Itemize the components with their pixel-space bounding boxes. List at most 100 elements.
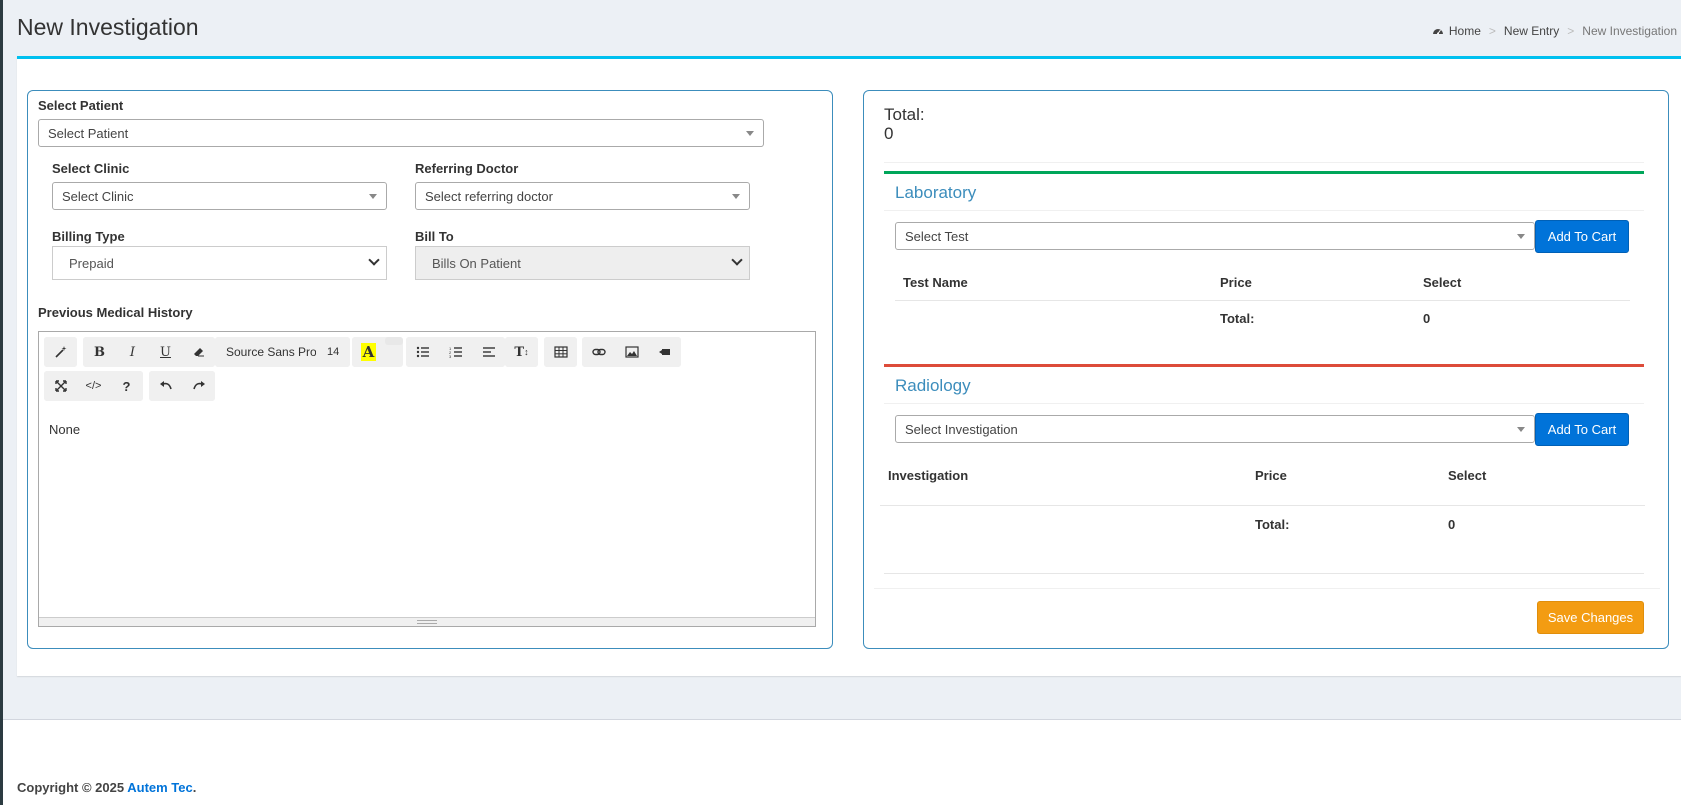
patient-select[interactable]: Select Patient bbox=[38, 119, 764, 147]
chevron-down-icon bbox=[746, 131, 754, 136]
medical-history-label: Previous Medical History bbox=[38, 305, 193, 320]
table-divider bbox=[895, 300, 1630, 301]
bold-icon[interactable]: B bbox=[83, 337, 116, 367]
font-size-dropdown[interactable]: 14 bbox=[316, 337, 351, 367]
clinic-select-text: Select Clinic bbox=[62, 189, 134, 204]
divider bbox=[884, 210, 1644, 211]
text-height-icon[interactable]: T ↕ bbox=[505, 337, 538, 367]
video-icon[interactable] bbox=[648, 337, 681, 367]
cart-total: Total: 0 bbox=[884, 105, 925, 143]
rad-total-label: Total: bbox=[1255, 517, 1290, 532]
breadcrumb-current: New Investigation bbox=[1582, 24, 1677, 38]
breadcrumb: Home > New Entry > New Investigation bbox=[1432, 24, 1677, 38]
lab-total-label: Total: bbox=[1220, 311, 1255, 326]
paragraph-group: 123 bbox=[406, 337, 505, 367]
unordered-list-icon[interactable] bbox=[406, 337, 439, 367]
chevron-down-icon bbox=[1517, 234, 1525, 239]
fullscreen-icon[interactable] bbox=[44, 371, 77, 401]
font-style-group: B I U bbox=[83, 337, 215, 367]
copyright-suffix: . bbox=[192, 780, 197, 795]
page-title: New Investigation bbox=[17, 14, 199, 40]
page-footer: Copyright © 2025 Autem Tec. bbox=[3, 719, 1681, 805]
align-left-icon[interactable] bbox=[472, 337, 505, 367]
image-icon[interactable] bbox=[615, 337, 648, 367]
svg-text:3: 3 bbox=[449, 354, 452, 359]
company-link[interactable]: Autem Tec bbox=[127, 780, 193, 795]
breadcrumb-separator: > bbox=[1488, 24, 1496, 38]
radiology-title: Radiology bbox=[895, 376, 971, 395]
laboratory-title: Laboratory bbox=[895, 183, 977, 202]
laboratory-accent-bar bbox=[884, 171, 1644, 174]
investigation-select-text: Select Investigation bbox=[905, 422, 1018, 437]
eraser-icon[interactable] bbox=[182, 337, 215, 367]
help-icon[interactable]: ? bbox=[110, 371, 143, 401]
font-name-group: Source Sans Pro bbox=[215, 337, 328, 367]
test-select-text: Select Test bbox=[905, 229, 969, 244]
breadcrumb-separator: > bbox=[1567, 24, 1575, 38]
patient-form-panel: Select Patient Select Patient Select Cli… bbox=[27, 90, 833, 649]
highlight-color-icon[interactable]: A bbox=[352, 337, 385, 367]
patient-select-text: Select Patient bbox=[48, 126, 129, 141]
bill-to-value: Bills On Patient bbox=[432, 256, 521, 271]
link-icon[interactable] bbox=[582, 337, 615, 367]
billing-type-label: Billing Type bbox=[52, 229, 125, 244]
history-group bbox=[149, 371, 215, 401]
chevron-down-icon bbox=[369, 194, 377, 199]
footer-divider bbox=[874, 588, 1660, 589]
clinic-select[interactable]: Select Clinic bbox=[52, 182, 387, 210]
font-name-dropdown[interactable]: Source Sans Pro bbox=[215, 337, 328, 367]
test-select[interactable]: Select Test bbox=[895, 222, 1535, 250]
cart-panel: Total: 0 Laboratory Select Test Add To C… bbox=[863, 90, 1669, 649]
divider bbox=[884, 162, 1644, 163]
table-icon[interactable] bbox=[544, 337, 577, 367]
lab-col-select: Select bbox=[1423, 275, 1462, 290]
divider bbox=[884, 573, 1644, 574]
billing-type-select[interactable]: Prepaid bbox=[52, 246, 387, 280]
lab-col-test-name: Test Name bbox=[903, 275, 968, 290]
chevron-down-icon bbox=[731, 254, 743, 266]
investigation-select[interactable]: Select Investigation bbox=[895, 415, 1535, 443]
ordered-list-icon[interactable]: 123 bbox=[439, 337, 472, 367]
chevron-down-icon bbox=[1517, 427, 1525, 432]
redo-icon[interactable] bbox=[182, 371, 215, 401]
chevron-down-icon bbox=[732, 194, 740, 199]
table-group bbox=[544, 337, 577, 367]
bill-to-select[interactable]: Bills On Patient bbox=[415, 246, 750, 280]
save-changes-button[interactable]: Save Changes bbox=[1537, 601, 1644, 634]
clinic-label: Select Clinic bbox=[52, 161, 130, 176]
lab-add-to-cart-button[interactable]: Add To Cart bbox=[1535, 220, 1629, 253]
underline-icon[interactable]: U bbox=[149, 337, 182, 367]
height-group: T ↕ bbox=[505, 337, 538, 367]
font-size-group: 14 bbox=[316, 337, 351, 367]
radiology-add-to-cart-button[interactable]: Add To Cart bbox=[1535, 413, 1629, 446]
color-group: A bbox=[352, 337, 403, 367]
breadcrumb-new-entry[interactable]: New Entry bbox=[1504, 24, 1559, 38]
undo-icon[interactable] bbox=[149, 371, 182, 401]
patient-label: Select Patient bbox=[38, 98, 124, 113]
dashboard-icon bbox=[1432, 29, 1443, 35]
rad-col-price: Price bbox=[1255, 468, 1287, 483]
billing-type-value: Prepaid bbox=[69, 256, 114, 271]
medical-history-editor[interactable]: B I U Source Sans Pro 14 A 1 2 3 T ↕ </>… bbox=[38, 331, 816, 627]
cart-total-label: Total: bbox=[884, 105, 925, 124]
code-view-icon[interactable]: </> bbox=[77, 371, 110, 401]
breadcrumb-home[interactable]: Home bbox=[1449, 24, 1481, 38]
insert-group bbox=[582, 337, 681, 367]
divider bbox=[884, 403, 1644, 404]
radiology-accent-bar bbox=[884, 364, 1644, 367]
color-dropdown-toggle[interactable] bbox=[385, 337, 403, 345]
rad-total-value: 0 bbox=[1448, 517, 1456, 532]
table-divider bbox=[880, 505, 1645, 506]
bill-to-label: Bill To bbox=[415, 229, 454, 244]
editor-resize-handle[interactable] bbox=[39, 617, 815, 626]
editor-content[interactable]: None bbox=[49, 422, 80, 437]
doctor-select-text: Select referring doctor bbox=[425, 189, 553, 204]
main-box: Select Patient Select Patient Select Cli… bbox=[17, 56, 1681, 676]
grip-icon bbox=[417, 620, 437, 624]
rad-col-investigation: Investigation bbox=[888, 468, 969, 483]
doctor-label: Referring Doctor bbox=[415, 161, 519, 176]
magic-wand-icon[interactable] bbox=[44, 337, 77, 367]
rad-col-select: Select bbox=[1448, 468, 1487, 483]
doctor-select[interactable]: Select referring doctor bbox=[415, 182, 750, 210]
italic-icon[interactable]: I bbox=[116, 337, 149, 367]
